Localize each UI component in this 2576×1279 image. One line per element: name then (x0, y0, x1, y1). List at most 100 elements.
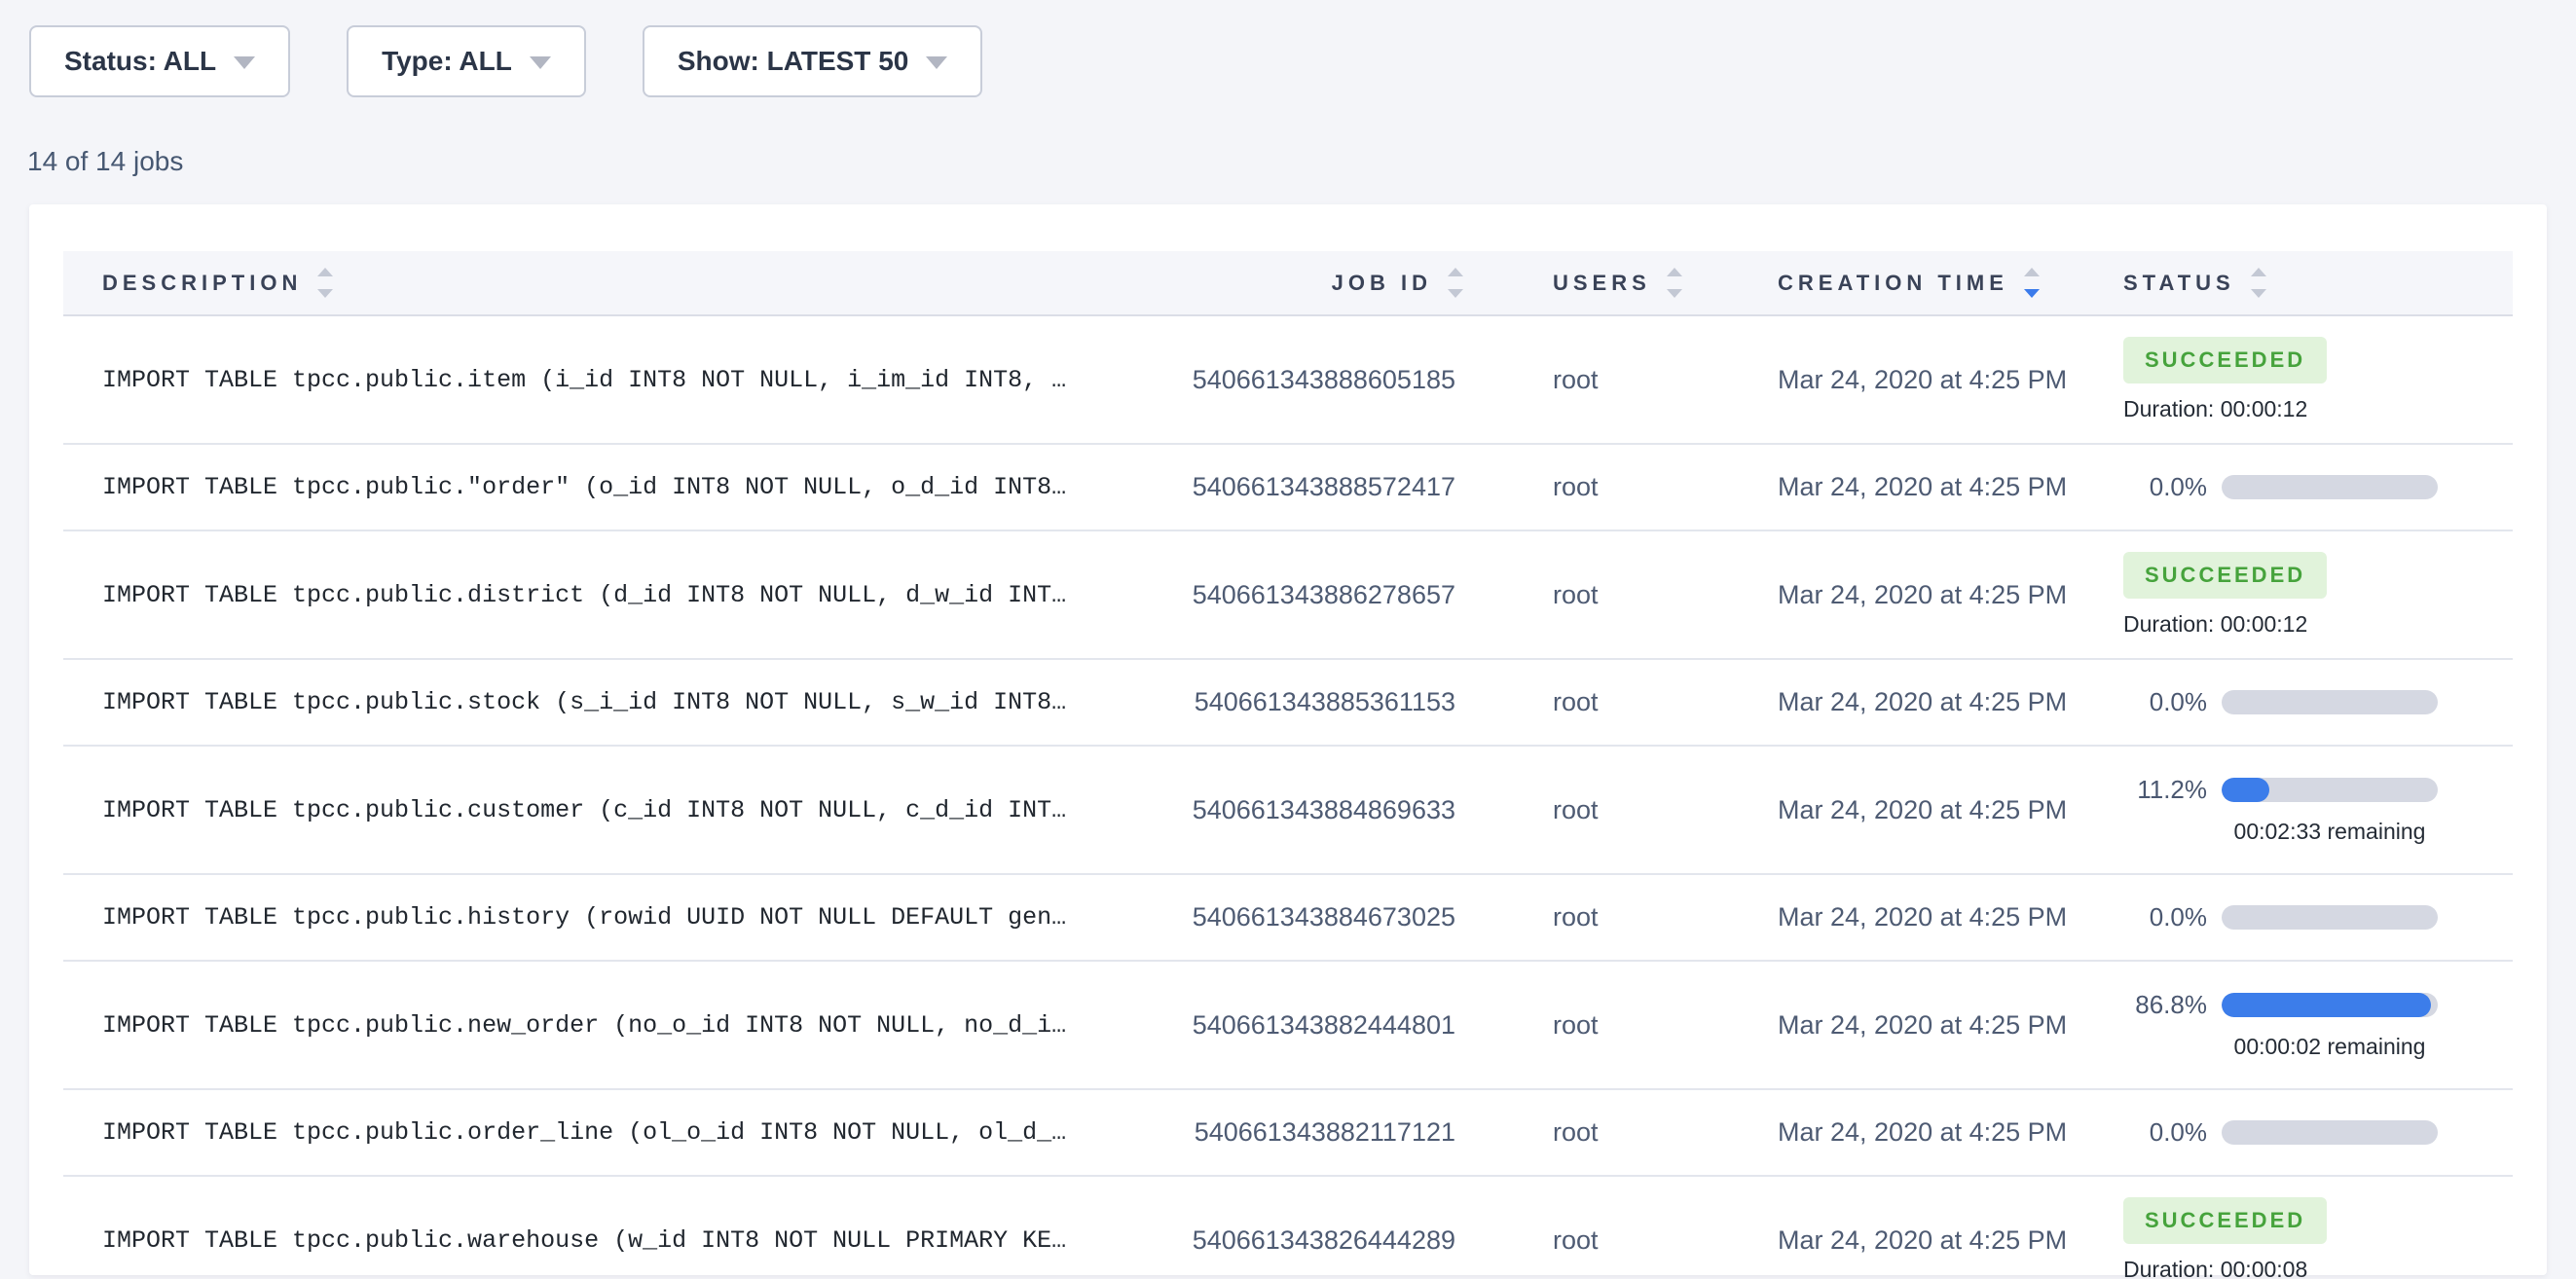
progress-bar-fill (2222, 993, 2431, 1017)
job-id-cell: 540661343886278657 (1091, 530, 1510, 659)
column-label: USERS (1553, 271, 1651, 296)
progress-line: 0.0% (2123, 472, 2513, 502)
job-creation-time: Mar 24, 2020 at 4:25 PM (1778, 1010, 2067, 1040)
job-id-cell: 540661343884673025 (1091, 874, 1510, 961)
job-creation-time: Mar 24, 2020 at 4:25 PM (1778, 365, 2067, 394)
job-id-cell: 540661343826444289 (1091, 1176, 1510, 1279)
column-header-button-status[interactable]: STATUS (2094, 268, 2513, 298)
sort-arrows-icon (1667, 268, 1682, 298)
job-id-cell: 540661343882444801 (1091, 961, 1510, 1089)
jobs-table: DESCRIPTION JOB ID USERS CREATION TIME STATU… (63, 251, 2513, 1279)
column-header-button-job_id[interactable]: JOB ID (1091, 268, 1510, 298)
progress-line: 0.0% (2123, 902, 2513, 932)
column-header-users: USERS (1510, 251, 1734, 315)
job-creation-time-cell: Mar 24, 2020 at 4:25 PM (1734, 874, 2094, 961)
job-description: IMPORT TABLE tpcc.public.customer (c_id … (102, 796, 1066, 824)
job-status-cell: SUCCEEDEDDuration: 00:00:08 (2094, 1176, 2513, 1279)
job-user-cell: root (1510, 961, 1734, 1089)
job-creation-time: Mar 24, 2020 at 4:25 PM (1778, 472, 2067, 501)
progress-percent: 11.2% (2123, 775, 2207, 805)
job-description: IMPORT TABLE tpcc.public.warehouse (w_id… (102, 1226, 1066, 1255)
job-creation-time: Mar 24, 2020 at 4:25 PM (1778, 580, 2067, 609)
job-creation-time-cell: Mar 24, 2020 at 4:25 PM (1734, 746, 2094, 874)
progress-bar-track (2222, 475, 2438, 499)
job-description: IMPORT TABLE tpcc.public.new_order (no_o… (102, 1011, 1066, 1040)
job-creation-time-cell: Mar 24, 2020 at 4:25 PM (1734, 659, 2094, 746)
column-label: CREATION TIME (1778, 271, 2008, 296)
job-status-cell: SUCCEEDEDDuration: 00:00:12 (2094, 530, 2513, 659)
type-filter-dropdown[interactable]: Type: ALL (347, 25, 586, 97)
job-id: 540661343885361153 (1195, 687, 1455, 716)
jobs-count: 14 of 14 jobs (27, 146, 2576, 177)
table-row[interactable]: IMPORT TABLE tpcc.public.district (d_id … (63, 530, 2513, 659)
column-header-button-users[interactable]: USERS (1510, 268, 1734, 298)
job-description-cell: IMPORT TABLE tpcc.public.customer (c_id … (63, 746, 1091, 874)
table-row[interactable]: IMPORT TABLE tpcc.public."order" (o_id I… (63, 444, 2513, 530)
column-label: DESCRIPTION (102, 271, 302, 296)
progress-line: 0.0% (2123, 1117, 2513, 1148)
column-header-button-description[interactable]: DESCRIPTION (63, 268, 1091, 298)
column-header-button-creation[interactable]: CREATION TIME (1734, 268, 2094, 298)
job-id: 540661343886278657 (1193, 580, 1455, 609)
table-row[interactable]: IMPORT TABLE tpcc.public.item (i_id INT8… (63, 315, 2513, 444)
sort-asc-icon (317, 268, 333, 276)
job-description: IMPORT TABLE tpcc.public.history (rowid … (102, 903, 1066, 932)
progress-line: 86.8% (2123, 990, 2513, 1020)
sort-asc-icon (1448, 268, 1463, 276)
job-status-cell: 86.8%00:00:02 remaining (2094, 961, 2513, 1089)
sort-desc-icon (1667, 289, 1682, 298)
job-creation-time-cell: Mar 24, 2020 at 4:25 PM (1734, 444, 2094, 530)
sort-arrows-icon (1448, 268, 1463, 298)
job-creation-time-cell: Mar 24, 2020 at 4:25 PM (1734, 530, 2094, 659)
table-row[interactable]: IMPORT TABLE tpcc.public.customer (c_id … (63, 746, 2513, 874)
progress-time-remaining: 00:02:33 remaining (2222, 819, 2438, 845)
show-filter-dropdown[interactable]: Show: LATEST 50 (643, 25, 983, 97)
job-user-cell: root (1510, 444, 1734, 530)
job-description-cell: IMPORT TABLE tpcc.public.history (rowid … (63, 874, 1091, 961)
table-row[interactable]: IMPORT TABLE tpcc.public.stock (s_i_id I… (63, 659, 2513, 746)
progress-percent: 86.8% (2123, 990, 2207, 1020)
job-user: root (1553, 1225, 1599, 1255)
job-id: 540661343882444801 (1193, 1010, 1455, 1040)
job-description-cell: IMPORT TABLE tpcc.public.warehouse (w_id… (63, 1176, 1091, 1279)
job-user: root (1553, 687, 1599, 716)
sort-asc-icon (1667, 268, 1682, 276)
job-user: root (1553, 1010, 1599, 1040)
job-description-cell: IMPORT TABLE tpcc.public.order_line (ol_… (63, 1089, 1091, 1176)
job-user-cell: root (1510, 315, 1734, 444)
status-badge-succeeded: SUCCEEDED (2123, 552, 2327, 599)
chevron-down-icon (530, 56, 551, 69)
table-row[interactable]: IMPORT TABLE tpcc.public.warehouse (w_id… (63, 1176, 2513, 1279)
progress-bar-track (2222, 993, 2438, 1017)
sort-arrows-icon (2251, 268, 2266, 298)
job-creation-time: Mar 24, 2020 at 4:25 PM (1778, 902, 2067, 932)
job-user: root (1553, 472, 1599, 501)
table-row[interactable]: IMPORT TABLE tpcc.public.history (rowid … (63, 874, 2513, 961)
job-description: IMPORT TABLE tpcc.public.district (d_id … (102, 581, 1066, 609)
sort-desc-icon (2251, 289, 2266, 298)
job-description: IMPORT TABLE tpcc.public.stock (s_i_id I… (102, 688, 1066, 716)
progress-percent: 0.0% (2123, 902, 2207, 932)
job-id: 540661343882117121 (1195, 1117, 1455, 1147)
progress-bar-track (2222, 1120, 2438, 1145)
sort-desc-icon (1448, 289, 1463, 298)
column-header-creation: CREATION TIME (1734, 251, 2094, 315)
job-description: IMPORT TABLE tpcc.public.item (i_id INT8… (102, 366, 1066, 394)
job-status-cell: 0.0% (2094, 874, 2513, 961)
progress-line: 0.0% (2123, 687, 2513, 717)
job-user: root (1553, 902, 1599, 932)
table-row[interactable]: IMPORT TABLE tpcc.public.new_order (no_o… (63, 961, 2513, 1089)
job-user: root (1553, 365, 1599, 394)
job-user-cell: root (1510, 659, 1734, 746)
progress-percent: 0.0% (2123, 687, 2207, 717)
job-status-cell: 0.0% (2094, 444, 2513, 530)
jobs-table-card: DESCRIPTION JOB ID USERS CREATION TIME STATU… (29, 204, 2547, 1275)
sort-asc-icon (2251, 268, 2266, 276)
job-duration: Duration: 00:00:12 (2123, 396, 2513, 422)
table-row[interactable]: IMPORT TABLE tpcc.public.order_line (ol_… (63, 1089, 2513, 1176)
status-filter-dropdown[interactable]: Status: ALL (29, 25, 290, 97)
job-description: IMPORT TABLE tpcc.public."order" (o_id I… (102, 473, 1066, 501)
show-filter-label: Show: LATEST 50 (678, 46, 909, 77)
job-id-cell: 540661343888605185 (1091, 315, 1510, 444)
job-description-cell: IMPORT TABLE tpcc.public."order" (o_id I… (63, 444, 1091, 530)
